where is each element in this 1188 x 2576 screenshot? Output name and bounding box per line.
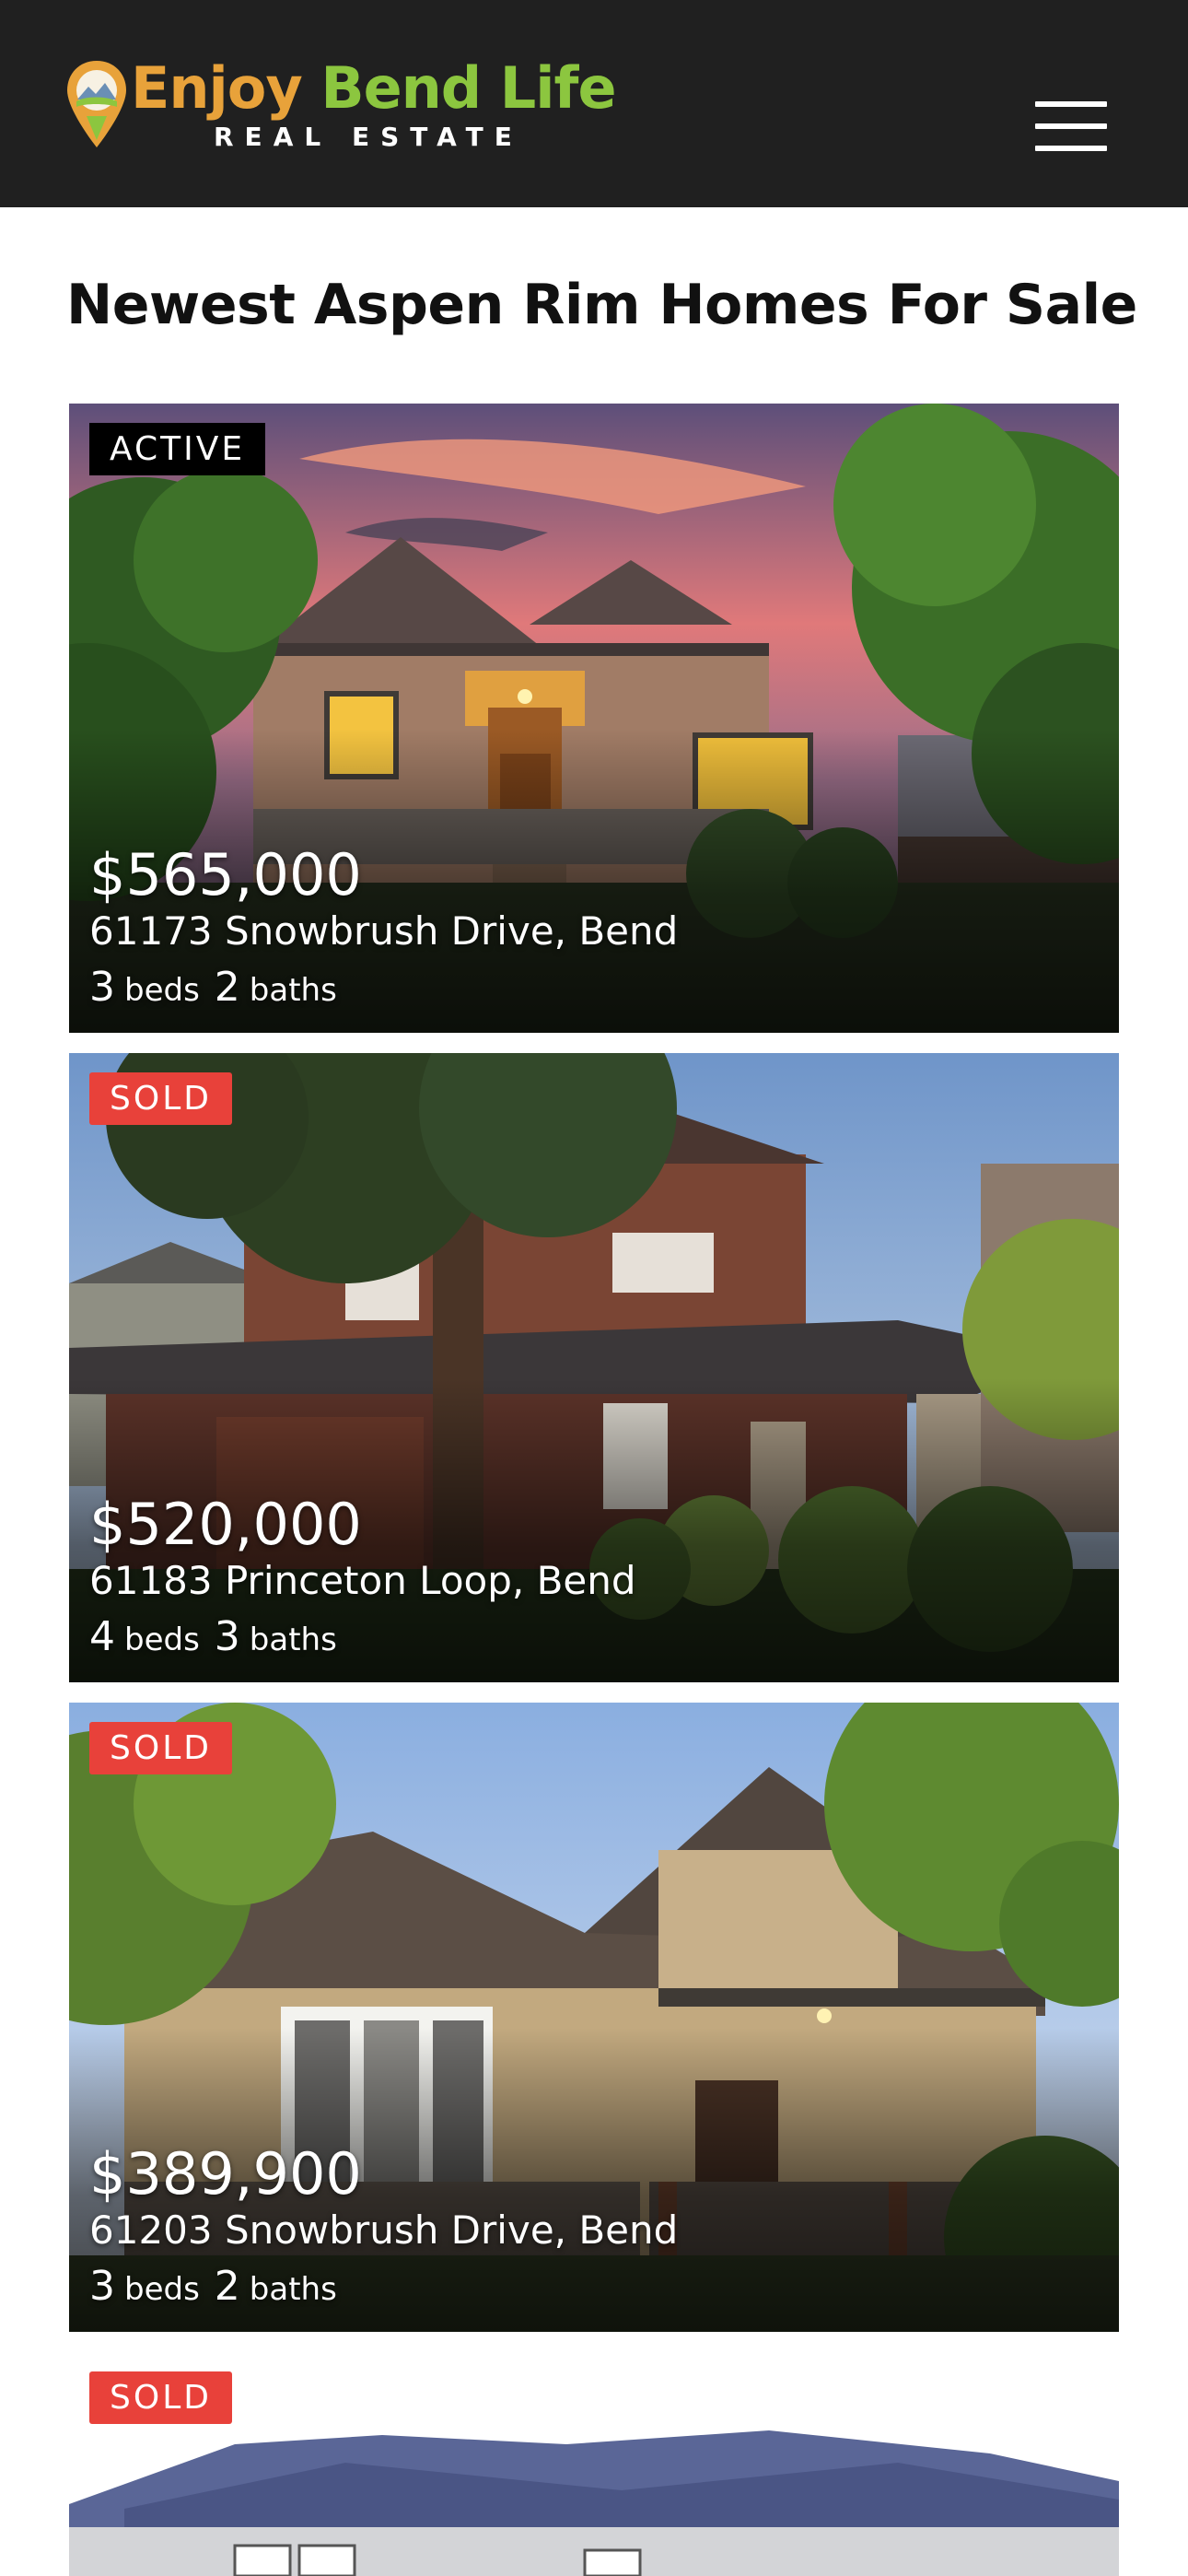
baths-label: baths	[249, 2271, 337, 2308]
listing-card[interactable]: SOLD $520,000 61183 Princeton Loop, Bend…	[69, 1053, 1119, 1682]
menu-line	[1035, 146, 1107, 151]
beds-count: 3	[89, 2263, 115, 2310]
listing-address[interactable]: 61183 Princeton Loop, Bend	[89, 1558, 636, 1603]
status-badge: SOLD	[89, 1072, 232, 1125]
page-title: Newest Aspen Rim Homes For Sale	[66, 273, 1137, 337]
status-badge: ACTIVE	[89, 423, 266, 475]
hamburger-menu-icon[interactable]	[1030, 96, 1107, 157]
listing-card[interactable]: SOLD	[69, 2352, 1119, 2576]
beds-count: 3	[89, 964, 115, 1011]
logo-word-bend: Bend	[320, 54, 482, 122]
beds-label: beds	[124, 2271, 200, 2308]
listing-specs: 3 beds 2 baths	[89, 2263, 352, 2310]
baths-count: 2	[214, 964, 240, 1011]
baths-count: 3	[214, 1613, 240, 1660]
baths-label: baths	[249, 972, 337, 1009]
map-pin-icon	[67, 61, 126, 147]
listing-price: $520,000	[89, 1491, 362, 1558]
listing-price: $565,000	[89, 841, 362, 908]
listing-card[interactable]: ACTIVE $565,000 61173 Snowbrush Drive, B…	[69, 404, 1119, 1033]
listing-specs: 3 beds 2 baths	[89, 964, 352, 1011]
listing-specs: 4 beds 3 baths	[89, 1613, 352, 1660]
baths-label: baths	[249, 1622, 337, 1658]
logo-subtitle: REAL ESTATE	[214, 122, 523, 152]
status-badge: SOLD	[89, 1722, 232, 1774]
menu-line	[1035, 101, 1107, 107]
listing-price: $389,900	[89, 2140, 362, 2207]
listing-card[interactable]: SOLD $389,900 61203 Snowbrush Drive, Ben…	[69, 1703, 1119, 2332]
beds-label: beds	[124, 972, 200, 1009]
site-logo[interactable]: Enjoy Bend Life REAL ESTATE	[64, 55, 617, 157]
status-badge: SOLD	[89, 2371, 232, 2424]
listing-address[interactable]: 61173 Snowbrush Drive, Bend	[89, 908, 678, 954]
beds-count: 4	[89, 1613, 115, 1660]
beds-label: beds	[124, 1622, 200, 1658]
site-header: Enjoy Bend Life REAL ESTATE	[0, 0, 1188, 207]
listing-address[interactable]: 61203 Snowbrush Drive, Bend	[89, 2207, 678, 2253]
logo-word-life: Life	[499, 54, 617, 122]
baths-count: 2	[214, 2263, 240, 2310]
logo-word-enjoy: Enjoy	[131, 54, 303, 122]
logo-title: Enjoy Bend Life	[131, 54, 617, 122]
menu-line	[1035, 123, 1107, 129]
